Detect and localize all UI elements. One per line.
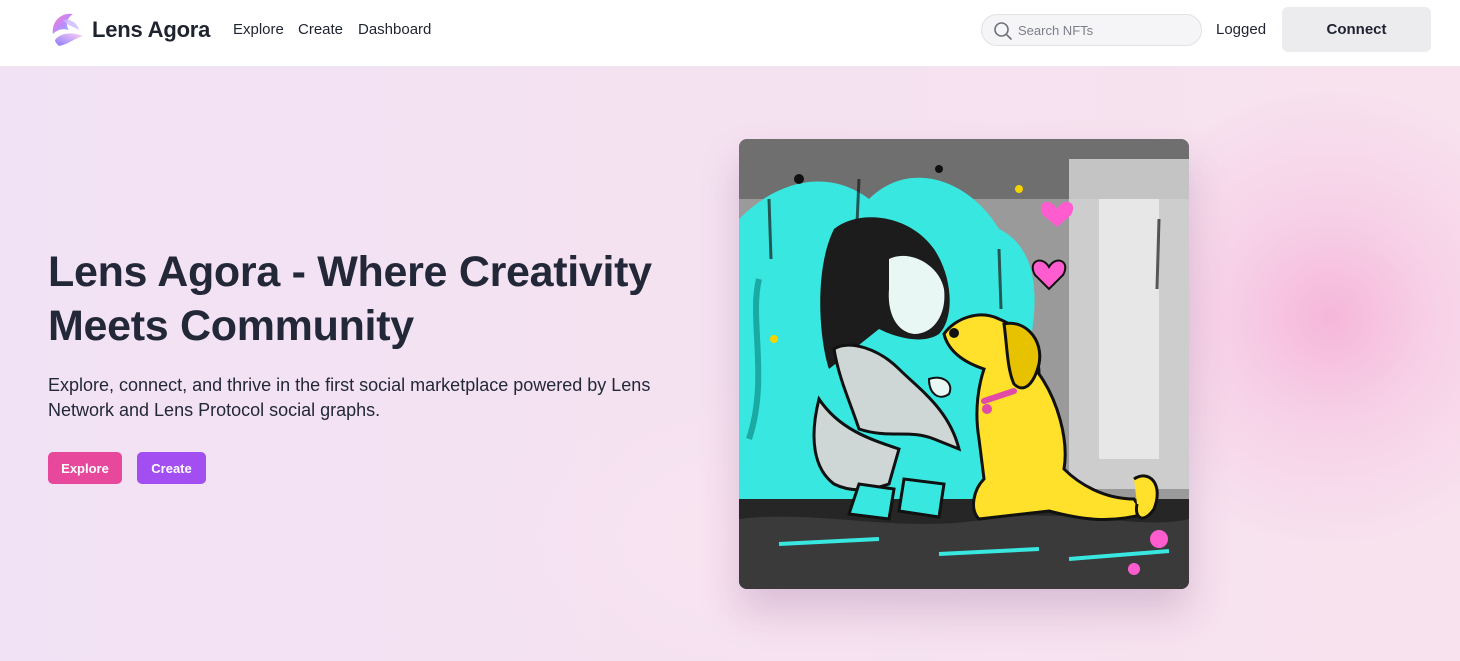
search-box: [981, 14, 1202, 46]
create-button[interactable]: Create: [137, 452, 206, 484]
lens-agora-logo-icon[interactable]: [49, 10, 85, 48]
nav-link-create[interactable]: Create: [298, 21, 343, 38]
brand-name[interactable]: Lens Agora: [92, 17, 210, 43]
hero-section: Lens Agora - Where Creativity Meets Comm…: [0, 67, 1460, 661]
hero-headline: Lens Agora - Where Creativity Meets Comm…: [48, 248, 652, 350]
connect-button[interactable]: Connect: [1282, 7, 1431, 52]
nav-link-explore[interactable]: Explore: [233, 21, 284, 38]
top-navbar: Lens Agora Explore Create Dashboard Logg…: [0, 0, 1460, 67]
search-input[interactable]: [1018, 15, 1194, 45]
featured-artwork-image[interactable]: [739, 139, 1189, 589]
hero-subtext: Explore, connect, and thrive in the firs…: [48, 375, 651, 420]
nav-link-dashboard[interactable]: Dashboard: [358, 21, 431, 38]
login-status-text: Logged: [1216, 21, 1267, 38]
explore-button[interactable]: Explore: [48, 452, 122, 484]
search-icon: [993, 21, 1013, 41]
